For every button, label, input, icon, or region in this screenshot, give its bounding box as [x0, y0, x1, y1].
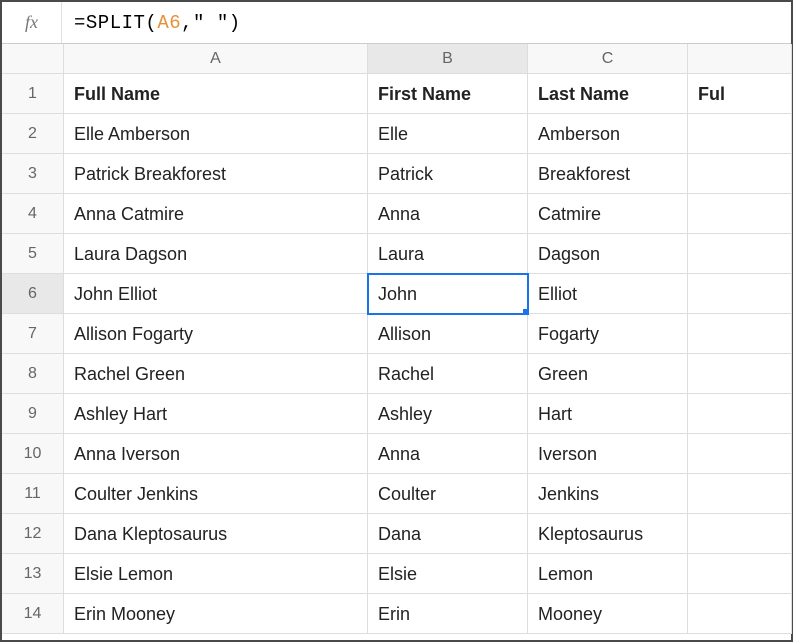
cell[interactable]: Green [528, 354, 688, 394]
formula-cellref: A6 [157, 12, 181, 34]
cell[interactable]: Allison Fogarty [64, 314, 368, 354]
row-header[interactable]: 14 [2, 594, 64, 634]
cell[interactable]: Erin Mooney [64, 594, 368, 634]
cell[interactable]: Laura [368, 234, 528, 274]
cell[interactable] [688, 394, 792, 434]
cell[interactable]: Erin [368, 594, 528, 634]
cell[interactable]: Elle Amberson [64, 114, 368, 154]
cell[interactable]: Ashley Hart [64, 394, 368, 434]
formula-suffix: ," ") [181, 12, 241, 34]
cell-A1[interactable]: Full Name [64, 74, 368, 114]
col-header-B[interactable]: B [368, 44, 528, 74]
row-header[interactable]: 11 [2, 474, 64, 514]
row-header[interactable]: 5 [2, 234, 64, 274]
row-header[interactable]: 6 [2, 274, 64, 314]
select-all-corner[interactable] [2, 44, 64, 74]
cell[interactable]: Dana [368, 514, 528, 554]
cell[interactable]: Dana Kleptosaurus [64, 514, 368, 554]
cell[interactable] [688, 354, 792, 394]
cell[interactable]: Ashley [368, 394, 528, 434]
cell[interactable]: Elliot [528, 274, 688, 314]
cell[interactable] [688, 314, 792, 354]
cell[interactable]: Anna Catmire [64, 194, 368, 234]
cell[interactable]: Rachel Green [64, 354, 368, 394]
cell[interactable] [688, 194, 792, 234]
cell[interactable]: Elle [368, 114, 528, 154]
cell[interactable] [688, 514, 792, 554]
col-header-C[interactable]: C [528, 44, 688, 74]
cell[interactable]: Rachel [368, 354, 528, 394]
cell[interactable]: Elsie Lemon [64, 554, 368, 594]
cell[interactable]: Kleptosaurus [528, 514, 688, 554]
row-header[interactable]: 8 [2, 354, 64, 394]
cell[interactable] [688, 234, 792, 274]
cell[interactable]: Amberson [528, 114, 688, 154]
cell[interactable]: Catmire [528, 194, 688, 234]
cell-selected[interactable]: John [368, 274, 528, 314]
cell[interactable]: Dagson [528, 234, 688, 274]
row-header[interactable]: 12 [2, 514, 64, 554]
cell[interactable]: Breakforest [528, 154, 688, 194]
row-header[interactable]: 2 [2, 114, 64, 154]
row-header[interactable]: 1 [2, 74, 64, 114]
cell[interactable]: Patrick Breakforest [64, 154, 368, 194]
cell[interactable] [688, 434, 792, 474]
cell[interactable] [688, 274, 792, 314]
cell[interactable] [688, 114, 792, 154]
row-header[interactable]: 3 [2, 154, 64, 194]
row-header[interactable]: 13 [2, 554, 64, 594]
fx-icon[interactable]: fx [2, 2, 62, 43]
cell[interactable]: Jenkins [528, 474, 688, 514]
spreadsheet-grid: A B C 1 Full Name First Name Last Name F… [2, 44, 791, 634]
cell[interactable] [688, 594, 792, 634]
cell[interactable]: Coulter Jenkins [64, 474, 368, 514]
cell-D1[interactable]: Ful [688, 74, 792, 114]
cell[interactable]: Anna [368, 194, 528, 234]
formula-input[interactable]: =SPLIT(A6," ") [62, 2, 791, 43]
cell[interactable]: Coulter [368, 474, 528, 514]
cell[interactable]: Hart [528, 394, 688, 434]
cell[interactable] [688, 154, 792, 194]
cell-C1[interactable]: Last Name [528, 74, 688, 114]
cell[interactable]: Fogarty [528, 314, 688, 354]
formula-bar: fx =SPLIT(A6," ") [2, 2, 791, 44]
row-header[interactable]: 7 [2, 314, 64, 354]
cell[interactable]: Patrick [368, 154, 528, 194]
row-header[interactable]: 4 [2, 194, 64, 234]
col-header-D[interactable] [688, 44, 792, 74]
cell[interactable]: Allison [368, 314, 528, 354]
cell[interactable]: Iverson [528, 434, 688, 474]
row-header[interactable]: 10 [2, 434, 64, 474]
cell[interactable]: Mooney [528, 594, 688, 634]
cell[interactable]: Anna Iverson [64, 434, 368, 474]
cell[interactable]: Laura Dagson [64, 234, 368, 274]
formula-prefix: =SPLIT( [74, 12, 157, 34]
col-header-A[interactable]: A [64, 44, 368, 74]
cell[interactable]: Elsie [368, 554, 528, 594]
cell[interactable]: John Elliot [64, 274, 368, 314]
cell[interactable]: Lemon [528, 554, 688, 594]
cell[interactable] [688, 474, 792, 514]
cell[interactable]: Anna [368, 434, 528, 474]
cell[interactable] [688, 554, 792, 594]
cell-B1[interactable]: First Name [368, 74, 528, 114]
row-header[interactable]: 9 [2, 394, 64, 434]
